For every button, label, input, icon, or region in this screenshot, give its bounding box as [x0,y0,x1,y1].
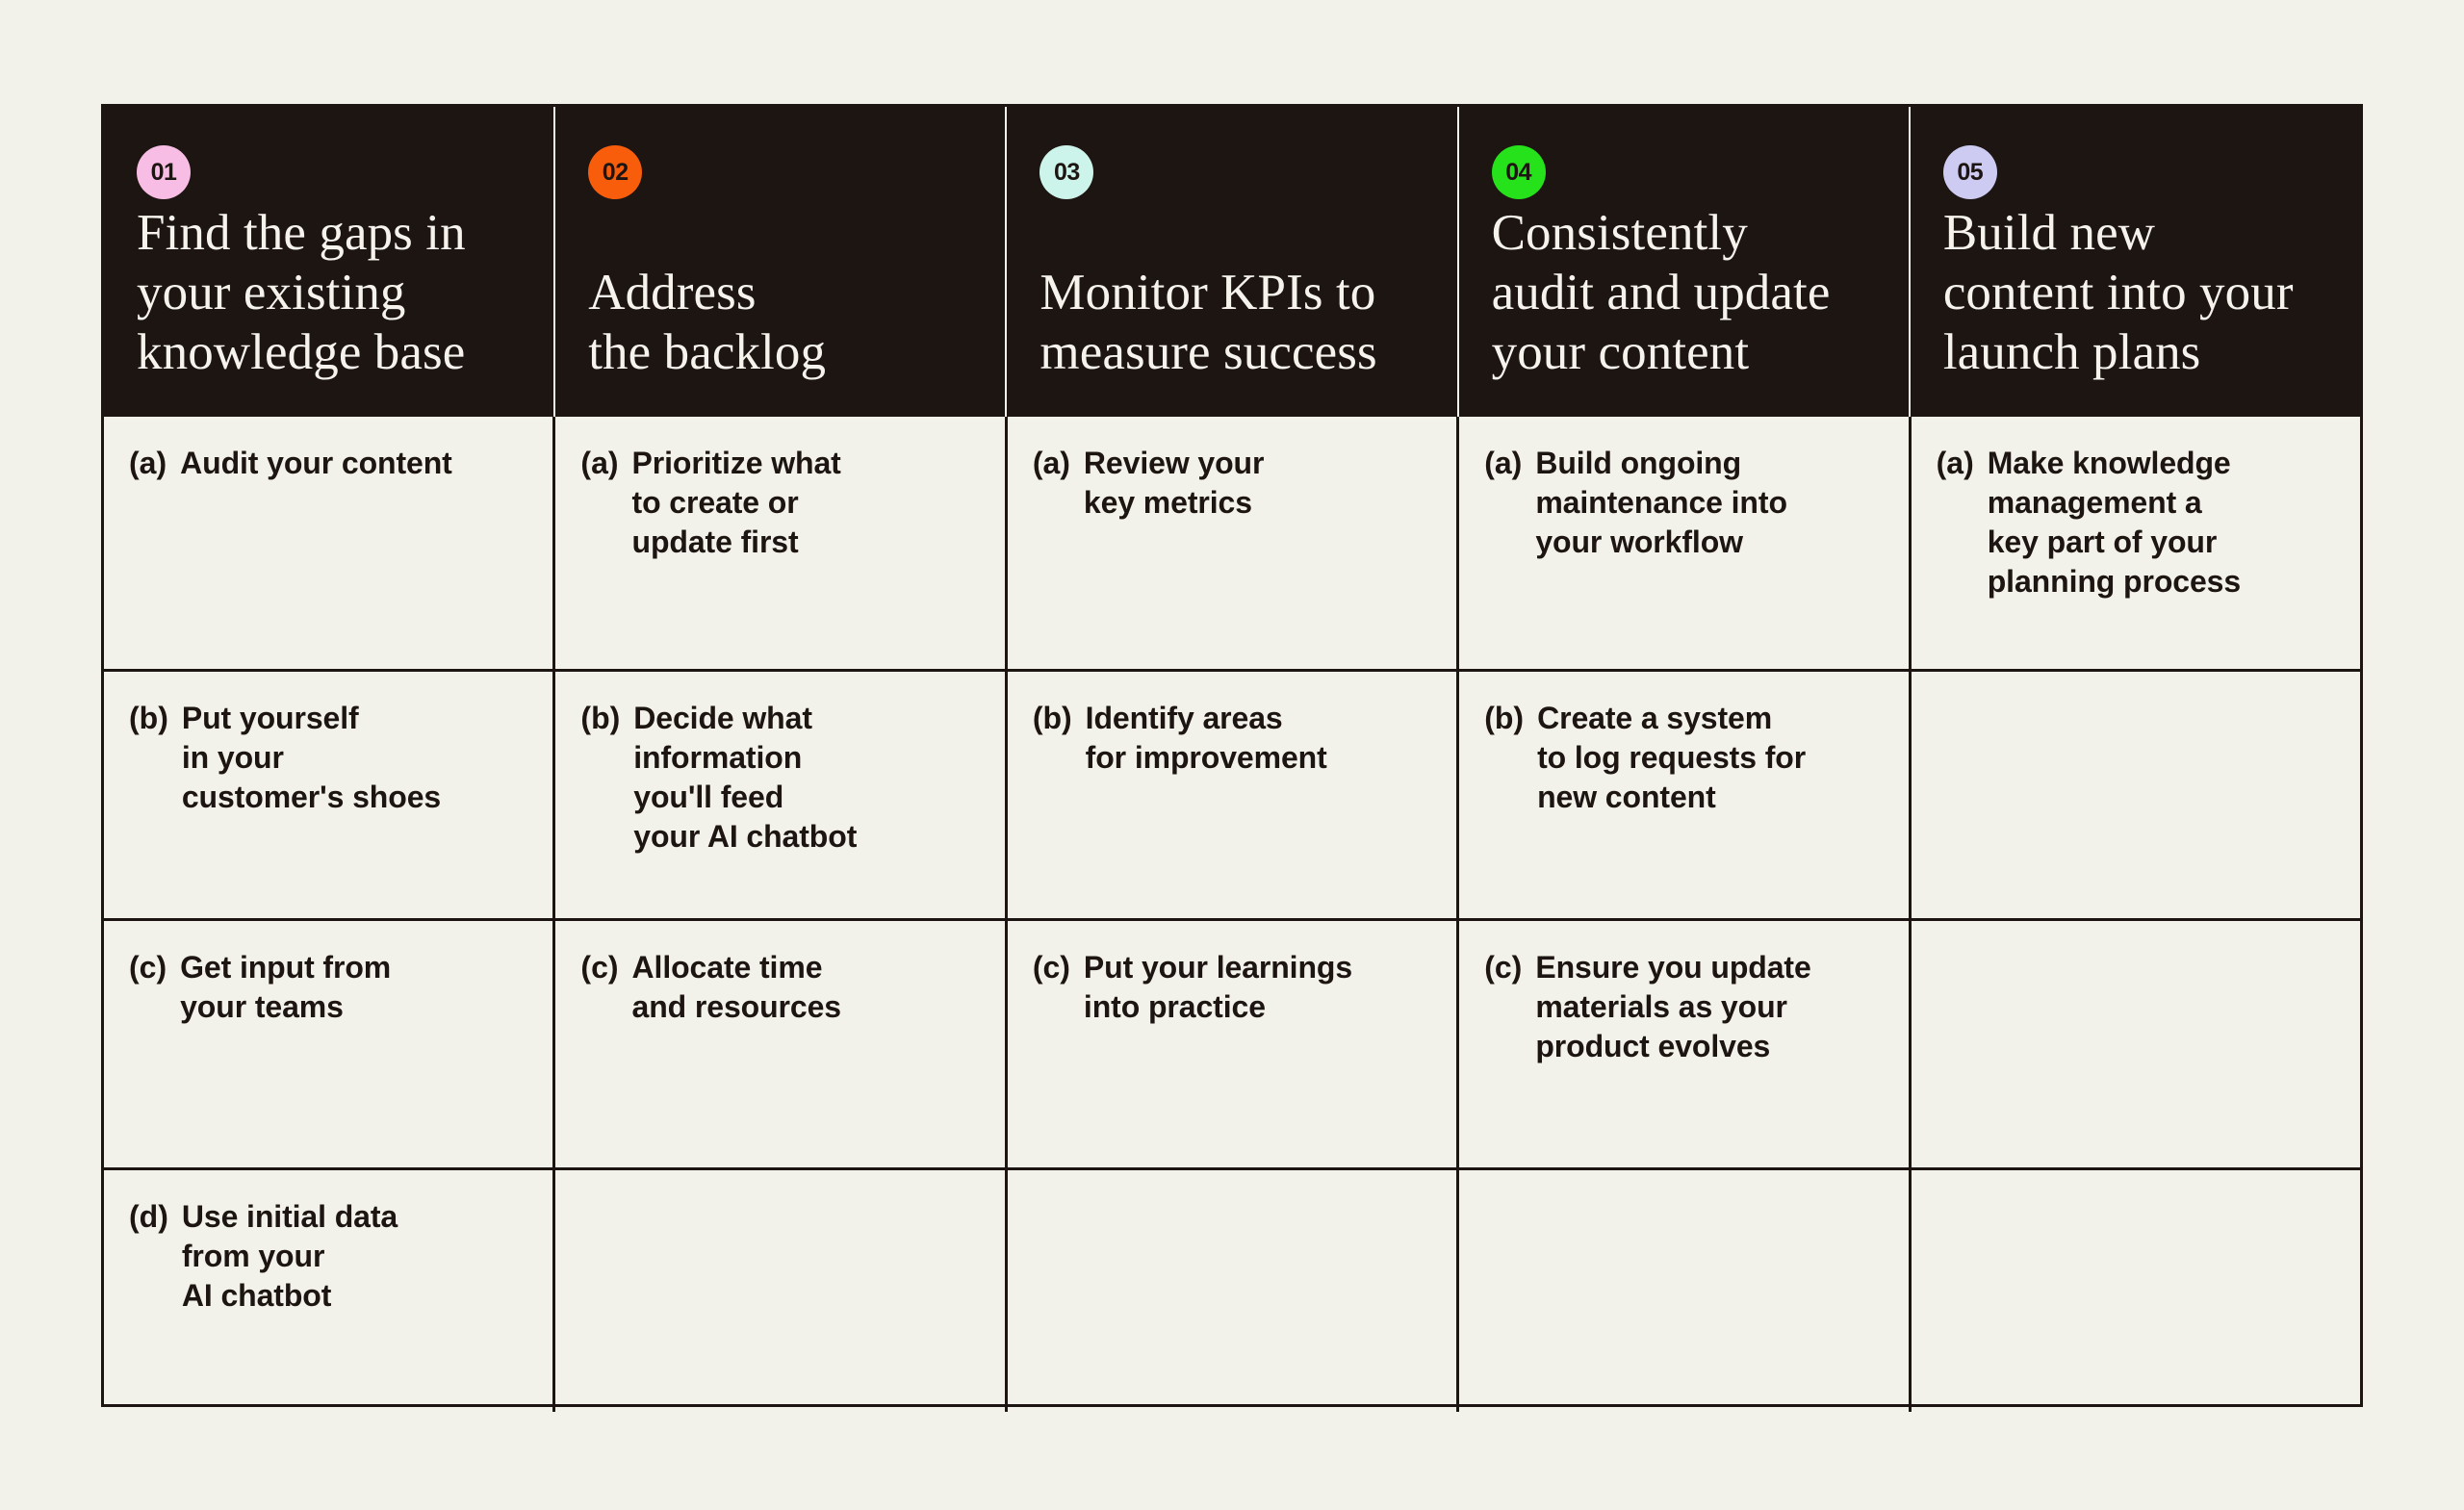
cell-04-a: (a) Build ongoing maintenance into your … [1459,417,1912,669]
list-item: (b) Create a system to log requests for … [1484,699,1806,817]
cell-01-d: (d) Use initial data from your AI chatbo… [104,1170,556,1412]
list-item: (a) Audit your content [129,444,452,483]
list-item: (b) Put yourself in your customer's shoe… [129,699,441,817]
list-item: (a) Review your key metrics [1033,444,1265,523]
item-text: Identify areas for improvement [1085,701,1327,775]
item-marker: (b) [129,701,168,735]
step-badge-04: 04 [1491,145,1546,199]
cell-03-a: (a) Review your key metrics [1008,417,1460,669]
item-text: Create a system to log requests for new … [1537,701,1807,814]
page-canvas: 01 Find the gaps in your existing knowle… [0,0,2464,1510]
matrix-row-b: (b) Put yourself in your customer's shoe… [104,672,2360,921]
item-text: Make knowledge management a key part of … [1987,446,2242,599]
matrix-row-d: (d) Use initial data from your AI chatbo… [104,1170,2360,1412]
item-marker: (a) [1032,446,1070,480]
item-marker: (a) [580,446,619,480]
item-text: Put yourself in your customer's shoes [181,701,442,814]
item-marker: (c) [1484,950,1523,985]
cell-02-a: (a) Prioritize what to create or update … [555,417,1008,669]
step-badge-01: 01 [137,145,191,199]
column-header-05: 05 Build new content into your launch pl… [1911,107,2360,417]
matrix-header-band: 01 Find the gaps in your existing knowle… [104,107,2360,417]
step-badge-02: 02 [588,145,643,199]
list-item: (a) Make knowledge management a key part… [1936,444,2242,601]
item-marker: (c) [1032,950,1070,985]
item-marker: (b) [580,701,621,735]
cell-05-a: (a) Make knowledge management a key part… [1912,417,2360,669]
column-title-03: Monitor KPIs to measure success [1040,265,1377,380]
cell-02-d [555,1170,1008,1412]
item-marker: (b) [1484,701,1525,735]
list-item: (c) Ensure you update materials as your … [1484,948,1811,1066]
item-text: Review your key metrics [1083,446,1265,520]
list-item: (b) Identify areas for improvement [1033,699,1327,778]
item-marker: (c) [129,950,167,985]
item-text: Ensure you update materials as your prod… [1535,950,1811,1063]
list-item: (a) Build ongoing maintenance into your … [1484,444,1787,562]
column-title-04: Consistently audit and update your conte… [1491,205,1831,380]
matrix-row-c: (c) Get input from your teams (c) Alloca… [104,921,2360,1170]
column-header-02: 02 Address the backlog [555,107,1008,417]
item-marker: (a) [129,446,167,480]
list-item: (d) Use initial data from your AI chatbo… [129,1197,398,1316]
item-marker: (b) [1032,701,1072,735]
column-title-01: Find the gaps in your existing knowledge… [137,205,466,380]
cell-03-d [1008,1170,1460,1412]
list-item: (c) Allocate time and resources [580,948,841,1027]
cell-03-b: (b) Identify areas for improvement [1008,672,1460,918]
cell-02-c: (c) Allocate time and resources [555,921,1008,1167]
column-title-02: Address the backlog [588,265,827,380]
cell-04-d [1459,1170,1912,1412]
item-text: Allocate time and resources [631,950,842,1024]
item-marker: (d) [129,1199,168,1234]
item-text: Put your learnings into practice [1083,950,1353,1024]
matrix-row-a: (a) Audit your content (a) Prioritize wh… [104,417,2360,672]
item-text: Decide what information you'll feed your… [633,701,858,854]
cell-01-b: (b) Put yourself in your customer's shoe… [104,672,556,918]
item-marker: (c) [580,950,619,985]
list-item: (b) Decide what information you'll feed … [580,699,857,857]
matrix-body-grid: (a) Audit your content (a) Prioritize wh… [104,417,2360,1412]
list-item: (c) Get input from your teams [129,948,391,1027]
cell-04-c: (c) Ensure you update materials as your … [1459,921,1912,1167]
column-header-01: 01 Find the gaps in your existing knowle… [104,107,556,417]
step-badge-05: 05 [1942,145,1997,199]
knowledge-base-playbook-matrix: 01 Find the gaps in your existing knowle… [101,104,2363,1412]
item-text: Build ongoing maintenance into your work… [1535,446,1787,559]
list-item: (a) Prioritize what to create or update … [580,444,840,562]
cell-05-c [1912,921,2360,1167]
cell-02-b: (b) Decide what information you'll feed … [555,672,1008,918]
item-text: Use initial data from your AI chatbot [181,1199,398,1313]
cell-03-c: (c) Put your learnings into practice [1008,921,1460,1167]
step-badge-03: 03 [1040,145,1094,199]
cell-01-a: (a) Audit your content [104,417,556,669]
item-text: Get input from your teams [180,950,392,1024]
column-title-05: Build new content into your launch plans [1942,205,2294,380]
cell-04-b: (b) Create a system to log requests for … [1459,672,1912,918]
cell-05-d [1912,1170,2360,1412]
cell-05-b [1912,672,2360,918]
item-marker: (a) [1936,446,1974,480]
column-header-04: 04 Consistently audit and update your co… [1459,107,1911,417]
item-marker: (a) [1484,446,1523,480]
list-item: (c) Put your learnings into practice [1033,948,1352,1027]
item-text: Audit your content [180,446,452,480]
item-text: Prioritize what to create or update firs… [631,446,841,559]
cell-01-c: (c) Get input from your teams [104,921,556,1167]
column-header-03: 03 Monitor KPIs to measure success [1007,107,1459,417]
